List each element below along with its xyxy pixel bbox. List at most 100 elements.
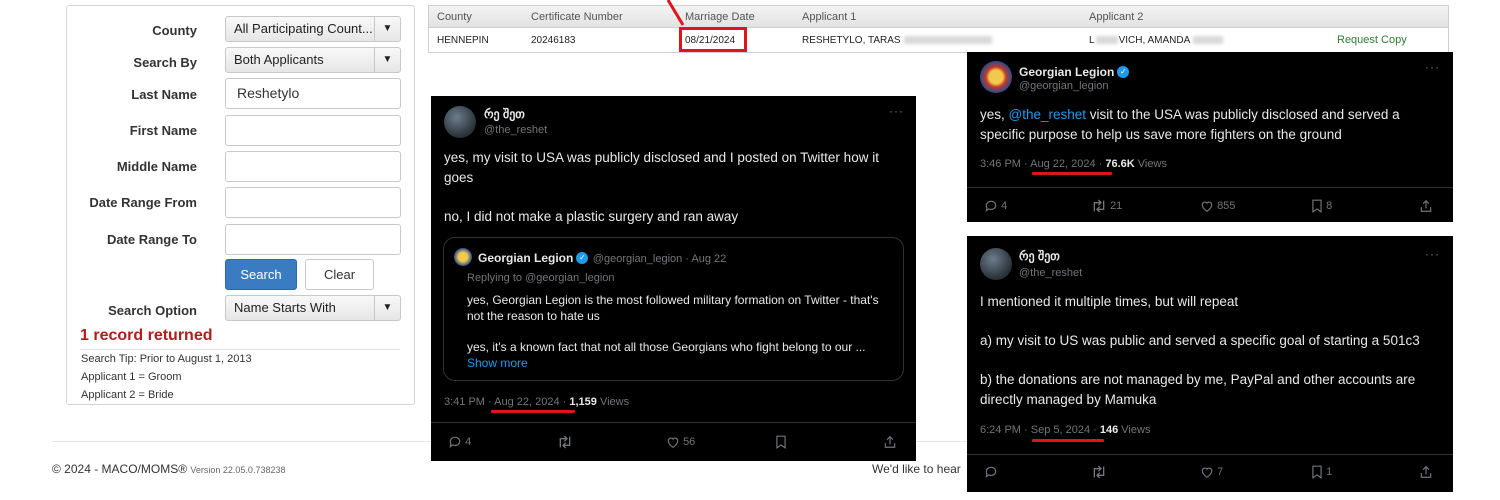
views-label: Views <box>1121 424 1151 436</box>
date-highlight-box <box>679 27 747 52</box>
column-header-applicant-1[interactable]: Applicant 1 <box>802 11 856 23</box>
county-label: County <box>152 23 197 38</box>
repost-button[interactable] <box>557 435 573 449</box>
reply-icon <box>449 436 461 449</box>
mention-link[interactable]: @the_reshet <box>1009 107 1087 122</box>
tweet-card-reshet-repeat[interactable]: რე შეთ @the_reshet ··· I mentioned it mu… <box>967 236 1453 492</box>
author-handle[interactable]: @the_reshet <box>484 124 547 136</box>
records-returned: 1 record returned <box>80 327 213 344</box>
clear-button[interactable]: Clear <box>305 259 374 290</box>
author-name[interactable]: რე შეთ <box>484 107 525 121</box>
bookmark-button[interactable]: 8 <box>1311 199 1332 213</box>
version-text: Version 22.05.0.738238 <box>190 465 286 475</box>
search-tip: Search Tip: Prior to August 1, 2013 <box>81 353 252 365</box>
bookmark-button[interactable] <box>775 435 787 449</box>
bookmark-count: 1 <box>1326 465 1333 478</box>
tweet-date[interactable]: Sep 5, 2024 <box>1031 424 1090 436</box>
divider <box>80 349 400 350</box>
divider <box>431 422 916 423</box>
views-label: Views <box>1137 158 1167 170</box>
share-button[interactable] <box>1419 465 1433 479</box>
county-select[interactable]: All Participating Count... ▼ <box>225 16 401 42</box>
bookmark-icon <box>1312 465 1322 479</box>
repost-button[interactable] <box>1091 465 1107 479</box>
first-name-label: First Name <box>129 123 197 138</box>
tweet-text-1: yes, my visit to USA was publicly disclo… <box>444 150 879 185</box>
reply-button[interactable]: 4 <box>448 435 471 449</box>
middle-name-label: Middle Name <box>116 159 197 174</box>
date-range-from-label: Date Range From <box>89 195 197 210</box>
tweet-meta: 3:41 PM · Aug 22, 2024 · 1,159 Views <box>444 396 630 408</box>
replying-to[interactable]: Replying to @georgian_legion <box>467 272 615 284</box>
author-name[interactable]: Georgian Legion <box>1019 65 1114 79</box>
last-name-label: Last Name <box>131 87 197 102</box>
applicant-2-tip: Applicant 2 = Bride <box>81 389 174 401</box>
quoted-author-name[interactable]: Georgian Legion <box>478 251 573 265</box>
middle-name-input[interactable] <box>225 151 401 182</box>
avatar[interactable] <box>444 106 476 138</box>
like-button[interactable]: 855 <box>1200 199 1235 213</box>
reply-count: 4 <box>465 435 472 448</box>
reply-button[interactable] <box>984 465 998 479</box>
copyright-text: © 2024 - MACO/MOMS® <box>52 462 188 476</box>
quoted-tweet[interactable]: Georgian Legion ✓ @georgian_legion · Aug … <box>443 237 904 381</box>
avatar[interactable] <box>454 248 472 266</box>
author-handle[interactable]: @the_reshet <box>1019 267 1082 279</box>
reply-count: 4 <box>1001 199 1008 212</box>
like-count: 7 <box>1217 465 1224 478</box>
bookmark-button[interactable]: 1 <box>1311 465 1332 479</box>
repost-icon <box>1093 199 1105 213</box>
tweet-text-2: no, I did not make a plastic surgery and… <box>444 209 739 224</box>
tweet-date[interactable]: Aug 22, 2024 <box>494 396 559 408</box>
more-icon[interactable]: ··· <box>889 104 904 118</box>
cell-certificate: 20246183 <box>531 35 576 46</box>
avatar[interactable] <box>980 248 1012 280</box>
applicant-2-initial: L <box>1089 35 1095 46</box>
author-handle[interactable]: @georgian_legion <box>1019 80 1108 92</box>
tweet-meta: 3:46 PM · Aug 22, 2024 · 76.6K Views <box>980 158 1167 170</box>
avatar[interactable] <box>980 61 1012 93</box>
tweet-text-start: yes, <box>980 107 1009 122</box>
date-range-from-input[interactable] <box>225 187 401 218</box>
share-button[interactable] <box>1419 199 1433 213</box>
bookmark-icon <box>1312 199 1322 213</box>
red-arrow-annotation <box>666 0 685 26</box>
column-header-county[interactable]: County <box>437 11 472 23</box>
like-button[interactable]: 56 <box>666 435 695 449</box>
more-icon[interactable]: ··· <box>1425 247 1440 261</box>
quoted-text-2: yes, it's a known fact that not all thos… <box>467 340 866 354</box>
author-name[interactable]: რე შეთ <box>1019 249 1060 263</box>
search-option-select[interactable]: Name Starts With ▼ <box>225 295 401 321</box>
request-copy-link[interactable]: Request Copy <box>1337 34 1407 46</box>
reply-button[interactable]: 4 <box>984 199 1007 213</box>
applicant-1-tip: Applicant 1 = Groom <box>81 371 182 383</box>
like-button[interactable]: 7 <box>1200 465 1223 479</box>
like-icon <box>1201 467 1213 478</box>
first-name-input[interactable] <box>225 115 401 146</box>
like-count: 56 <box>683 435 696 448</box>
more-icon[interactable]: ··· <box>1425 60 1440 74</box>
bookmark-icon <box>776 435 786 449</box>
chevron-down-icon: ▼ <box>374 17 400 41</box>
tweet-date[interactable]: Aug 22, 2024 <box>1030 158 1095 170</box>
date-range-to-input[interactable] <box>225 224 401 255</box>
applicant-2-name: VICH, AMANDA <box>1118 35 1191 46</box>
column-header-applicant-2[interactable]: Applicant 2 <box>1089 11 1143 23</box>
search-button[interactable]: Search <box>225 259 297 290</box>
tweet-time: 6:24 PM <box>980 424 1021 436</box>
tweet-text: yes, @the_reshet visit to the USA was pu… <box>980 105 1442 145</box>
last-name-input[interactable]: Reshetylo <box>225 78 401 109</box>
show-more-link[interactable]: Show more <box>467 356 528 370</box>
tweet-card-legion[interactable]: Georgian Legion ✓ @georgian_legion ··· ye… <box>967 52 1453 222</box>
verified-icon: ✓ <box>576 251 589 264</box>
repost-count: 21 <box>1110 199 1123 212</box>
search-by-select-value: Both Applicants <box>234 52 324 67</box>
repost-icon <box>1093 465 1105 479</box>
repost-button[interactable]: 21 <box>1091 199 1122 213</box>
quoted-handle-date: @georgian_legion · Aug 22 <box>592 253 727 265</box>
footer-copyright: © 2024 - MACO/MOMS® Version 22.05.0.7382… <box>52 462 285 476</box>
share-button[interactable] <box>883 435 897 449</box>
chevron-down-icon: ▼ <box>374 48 400 72</box>
tweet-card-main[interactable]: რე შეთ @the_reshet ··· yes, my visit to … <box>431 96 916 461</box>
search-by-select[interactable]: Both Applicants ▼ <box>225 47 401 73</box>
